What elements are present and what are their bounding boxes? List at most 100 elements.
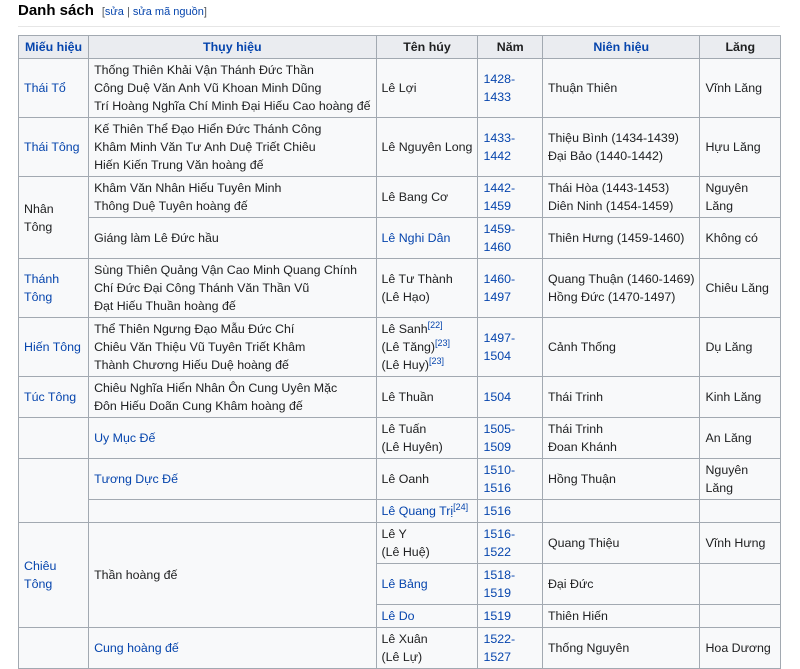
thuy-hieu-cell: Uy Mục Đế (88, 417, 377, 459)
edit-link[interactable]: sửa (105, 6, 124, 18)
thuy-hieu-link[interactable]: Tương Dực Đế (94, 472, 178, 486)
nien-hieu-cell: Thống Nguyên (541, 627, 701, 669)
mieu-hieu-link[interactable]: Túc Tông (24, 390, 76, 404)
year-link[interactable]: 1510-1516 (483, 463, 515, 495)
year-link[interactable]: 1519 (483, 609, 511, 623)
table-row: Túc Tông Chiêu Nghĩa Hiển Nhân Ôn Cung U… (17, 376, 781, 418)
nam-cell: 1510-1516 (477, 458, 543, 500)
mieu-hieu-cell (17, 417, 90, 459)
table-row: Thánh Tông Sùng Thiên Quảng Vận Cao Minh… (17, 258, 781, 318)
thuy-hieu-cell: Thể Thiên Ngưng Đạo Mẫu Đức Chí Chiêu Vă… (88, 317, 377, 377)
ten-huy-link[interactable]: Lê Nghi Dân (382, 231, 451, 245)
nam-cell: 1518-1519 (477, 563, 543, 605)
thuy-hieu-cell: Chiêu Nghĩa Hiển Nhân Ôn Cung Uyên Mặc Đ… (88, 376, 377, 418)
header-row: Miếu hiệu Thụy hiệu Tên húy Năm Niên hiệ… (17, 35, 781, 59)
reference-link[interactable]: [24] (453, 502, 468, 512)
column-header-ten-huy: Tên húy (375, 35, 479, 59)
ten-huy-link[interactable]: Lê Do (382, 609, 415, 623)
nien-hieu-cell: Thuận Thiên (541, 58, 701, 118)
nien-hieu-cell: Thái Trinh Đoan Khánh (541, 417, 701, 459)
reference-link[interactable]: [22] (428, 320, 443, 330)
section-title: Danh sách (18, 2, 94, 19)
lang-cell: Kinh Lăng (699, 376, 781, 418)
thuy-hieu-cell: Khâm Văn Nhân Hiếu Tuyên Minh Thông Duệ … (88, 176, 377, 218)
lang-cell: An Lăng (699, 417, 781, 459)
nam-cell: 1522-1527 (477, 627, 543, 669)
table-row: Chiêu Tông Thần hoàng đế Lê Y (Lê Huệ) 1… (17, 522, 781, 628)
mieu-hieu-link[interactable]: Thái Tông (24, 140, 80, 154)
ten-huy-cell: Lê Bang Cơ (375, 176, 479, 218)
mieu-hieu-cell: Thái Tổ (17, 58, 90, 118)
nam-cell: 1504 (477, 376, 543, 418)
year-link[interactable]: 1516-1522 (483, 527, 515, 559)
column-header-mieu-hieu[interactable]: Miếu hiệu (17, 35, 90, 59)
ten-huy-link[interactable]: Lê Bảng (382, 577, 428, 591)
nien-hieu-cell: Đại Đức (541, 563, 701, 605)
table-row: Cung hoàng đế Lê Xuân (Lê Lự) 1522-1527 … (17, 627, 781, 669)
nien-hieu-cell: Hồng Thuận (541, 458, 701, 500)
thuy-hieu-link[interactable]: Uy Mục Đế (94, 431, 155, 445)
thuy-hieu-link[interactable]: Cung hoàng đế (94, 641, 179, 655)
year-link[interactable]: 1504 (483, 390, 511, 404)
lang-cell (699, 563, 781, 605)
ten-huy-cell: Lê Quang Trị[24] (375, 499, 479, 523)
ten-huy-cell: Lê Bảng (375, 563, 479, 605)
mieu-hieu-cell: Thái Tông (17, 117, 90, 177)
year-link[interactable]: 1433-1442 (483, 131, 515, 163)
nam-cell: 1428-1433 (477, 58, 543, 118)
thuy-hieu-cell: Thần hoàng đế (88, 522, 377, 628)
nam-cell: 1459-1460 (477, 217, 543, 259)
reference-link[interactable]: [23] (435, 338, 450, 348)
thuy-hieu-cell: Thống Thiên Khải Vận Thánh Đức Thần Công… (88, 58, 377, 118)
year-link[interactable]: 1518-1519 (483, 568, 515, 600)
mieu-hieu-link[interactable]: Chiêu Tông (24, 559, 56, 591)
nien-hieu-cell: Quang Thuận (1460-1469) Hồng Đức (1470-1… (541, 258, 701, 318)
nam-cell: 1519 (477, 604, 543, 628)
reference-link[interactable]: [23] (429, 356, 444, 366)
lang-cell (699, 499, 781, 523)
ten-huy-cell: Lê Oanh (375, 458, 479, 500)
ten-huy-link[interactable]: Lê Quang Trị (382, 504, 454, 518)
year-link[interactable]: 1497-1504 (483, 331, 515, 363)
year-link[interactable]: 1460-1497 (483, 272, 515, 304)
edit-section-links: [sửa | sửa mã nguồn] (101, 6, 207, 18)
mieu-hieu-cell (17, 627, 90, 669)
ten-huy-cell: Lê Lợi (375, 58, 479, 118)
thuy-hieu-cell: Kế Thiên Thể Đạo Hiển Đức Thánh Công Khâ… (88, 117, 377, 177)
column-header-thuy-hieu[interactable]: Thụy hiệu (88, 35, 377, 59)
year-link[interactable]: 1505-1509 (483, 422, 515, 454)
lang-cell: Vĩnh Hưng (699, 522, 781, 564)
mieu-hieu-link[interactable]: Thái Tổ (24, 81, 66, 95)
year-link[interactable]: 1442-1459 (483, 181, 515, 213)
nam-cell: 1442-1459 (477, 176, 543, 218)
year-link[interactable]: 1428-1433 (483, 72, 515, 104)
lang-cell: Hoa Dương (699, 627, 781, 669)
nam-cell: 1516 (477, 499, 543, 523)
year-link[interactable]: 1459-1460 (483, 222, 515, 254)
ten-huy-cell: Lê Y (Lê Huệ) (375, 522, 479, 564)
edit-source-link[interactable]: sửa mã nguồn (133, 6, 204, 18)
mieu-hieu-cell: Chiêu Tông (17, 522, 90, 628)
mieu-hieu-link[interactable]: Hiến Tông (24, 340, 81, 354)
nam-cell: 1460-1497 (477, 258, 543, 318)
table-row: Tương Dực Đế Lê Oanh 1510-1516 Hồng Thuậ… (17, 458, 781, 523)
nien-hieu-cell: Thái Hòa (1443-1453) Diên Ninh (1454-145… (541, 176, 701, 218)
ten-huy-cell: Lê Tư Thành (Lê Hạo) (375, 258, 479, 318)
nam-cell: 1505-1509 (477, 417, 543, 459)
column-header-nam: Năm (477, 35, 543, 59)
mieu-hieu-link[interactable]: Thánh Tông (24, 272, 59, 304)
lang-cell: Hựu Lăng (699, 117, 781, 177)
thuy-hieu-cell (88, 499, 377, 523)
thuy-hieu-cell: Cung hoàng đế (88, 627, 377, 669)
nien-hieu-cell: Thiệu Bình (1434-1439) Đại Bảo (1440-144… (541, 117, 701, 177)
nien-hieu-cell: Thiên Hiến (541, 604, 701, 628)
nien-hieu-cell: Cảnh Thống (541, 317, 701, 377)
lang-cell: Không có (699, 217, 781, 259)
heading-divider (18, 26, 780, 27)
year-link[interactable]: 1522-1527 (483, 632, 515, 664)
section-heading: Danh sách [sửa | sửa mã nguồn] (18, 2, 207, 19)
column-header-nien-hieu[interactable]: Niên hiệu (541, 35, 701, 59)
year-link[interactable]: 1516 (483, 504, 511, 518)
mieu-hieu-cell: Túc Tông (17, 376, 90, 418)
nien-hieu-cell: Thái Trinh (541, 376, 701, 418)
